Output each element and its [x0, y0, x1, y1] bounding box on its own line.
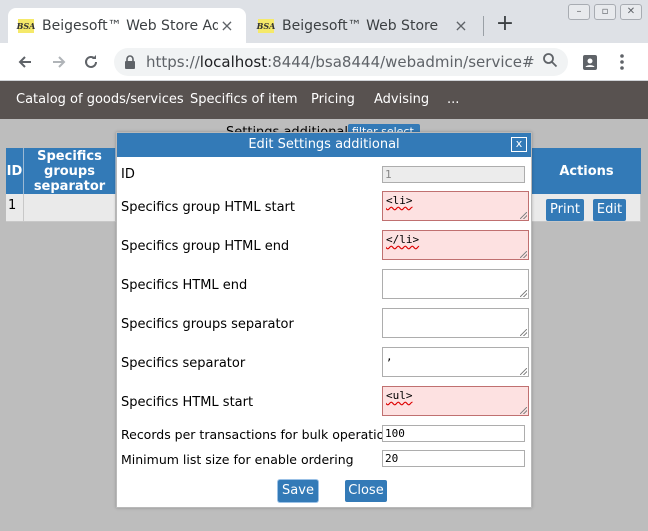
resize-grip-icon[interactable]	[520, 212, 527, 219]
print-button[interactable]: Print	[546, 199, 584, 221]
tab-web-store-admin[interactable]: BSA Beigesoft™ Web Store Adm ×	[8, 8, 246, 43]
nav-catalog[interactable]: Catalog of goods/services	[16, 92, 184, 107]
html-start-value: <ul>	[386, 389, 413, 402]
close-button[interactable]: Close	[345, 480, 387, 502]
resize-grip-icon[interactable]	[520, 290, 527, 297]
resize-grip-icon[interactable]	[520, 329, 527, 336]
lock-icon	[125, 55, 135, 69]
tab-web-store[interactable]: BSA Beigesoft™ Web Store ×	[248, 8, 480, 43]
resize-grip-icon[interactable]	[520, 368, 527, 375]
dialog-close-icon[interactable]: x	[511, 137, 527, 152]
close-window-icon[interactable]: ✕	[620, 4, 642, 20]
specifics-separator-label: Specifics separator	[121, 356, 246, 371]
save-button[interactable]: Save	[278, 480, 318, 502]
group-html-start-field[interactable]: <li>	[382, 191, 529, 221]
edit-button[interactable]: Edit	[593, 199, 626, 221]
tab-close-icon[interactable]: ×	[218, 16, 236, 35]
groups-separator-label: Specifics groups separator	[121, 317, 294, 332]
new-tab-button[interactable]: +	[493, 12, 517, 38]
bsa-favicon-icon: BSA	[16, 18, 36, 33]
url-scheme: https://	[146, 53, 200, 71]
column-header-groups-separator: Specifics groups separator	[24, 148, 116, 194]
column-header-id: ID	[6, 148, 24, 194]
min-list-size-label: Minimum list size for enable ordering	[121, 452, 354, 467]
tab-close-icon[interactable]: ×	[452, 16, 470, 35]
groups-separator-field[interactable]	[382, 308, 529, 338]
min-list-size-field[interactable]: 20	[382, 450, 525, 467]
nav-pricing[interactable]: Pricing	[311, 92, 355, 107]
nav-advising[interactable]: Advising	[374, 92, 429, 107]
maximize-window-icon[interactable]: ▫	[594, 4, 616, 20]
nav-more[interactable]: ...	[447, 92, 459, 107]
tab-title: Beigesoft™ Web Store Adm	[42, 17, 218, 34]
url-host: localhost	[199, 53, 268, 71]
url-text: https://localhost:8444/bsa8444/webadmin/…	[146, 53, 535, 71]
html-end-field[interactable]	[382, 269, 529, 299]
tab-title: Beigesoft™ Web Store	[282, 17, 439, 34]
table-row-separator-cell	[24, 194, 116, 222]
html-start-field[interactable]: <ul>	[382, 386, 529, 416]
bulk-records-label: Records per transactions for bulk operat…	[121, 427, 399, 442]
address-bar[interactable]: https://localhost:8444/bsa8444/webadmin/…	[114, 48, 568, 76]
browser-tab-strip: BSA Beigesoft™ Web Store Adm × BSA Beige…	[0, 0, 648, 43]
profile-icon[interactable]	[577, 49, 603, 75]
id-field: 1	[382, 166, 525, 183]
browser-toolbar: https://localhost:8444/bsa8444/webadmin/…	[0, 43, 648, 81]
back-arrow-icon[interactable]	[12, 49, 38, 75]
zoom-icon[interactable]	[542, 52, 558, 72]
resize-grip-icon[interactable]	[520, 251, 527, 258]
tab-separator	[483, 16, 484, 36]
table-row-id: 1	[6, 194, 24, 222]
specifics-separator-value: ,	[386, 350, 393, 363]
specifics-separator-field[interactable]: ,	[382, 347, 529, 377]
group-html-start-label: Specifics group HTML start	[121, 200, 295, 215]
bulk-records-field[interactable]: 100	[382, 425, 525, 442]
group-html-end-field[interactable]: </li>	[382, 230, 529, 260]
url-path: :8444/bsa8444/webadmin/service#	[267, 53, 535, 71]
reload-icon[interactable]	[78, 49, 104, 75]
column-header-actions: Actions	[532, 148, 641, 194]
group-html-start-value: <li>	[386, 194, 413, 207]
group-html-end-label: Specifics group HTML end	[121, 239, 290, 254]
html-end-label: Specifics HTML end	[121, 278, 248, 293]
nav-specifics-of-item[interactable]: Specifics of item	[190, 92, 298, 107]
minimize-window-icon[interactable]: –	[568, 4, 590, 20]
edit-settings-dialog: Edit Settings additional x ID 1 Specific…	[116, 132, 532, 508]
forward-arrow-icon[interactable]	[46, 49, 72, 75]
dialog-title: Edit Settings additional	[117, 133, 531, 157]
menu-icon[interactable]	[609, 49, 635, 75]
group-html-end-value: </li>	[386, 233, 420, 246]
html-start-label: Specifics HTML start	[121, 395, 254, 410]
id-label: ID	[121, 167, 135, 182]
bsa-favicon-icon: BSA	[256, 18, 276, 33]
resize-grip-icon[interactable]	[520, 407, 527, 414]
admin-navbar: Catalog of goods/services Specifics of i…	[0, 81, 648, 119]
